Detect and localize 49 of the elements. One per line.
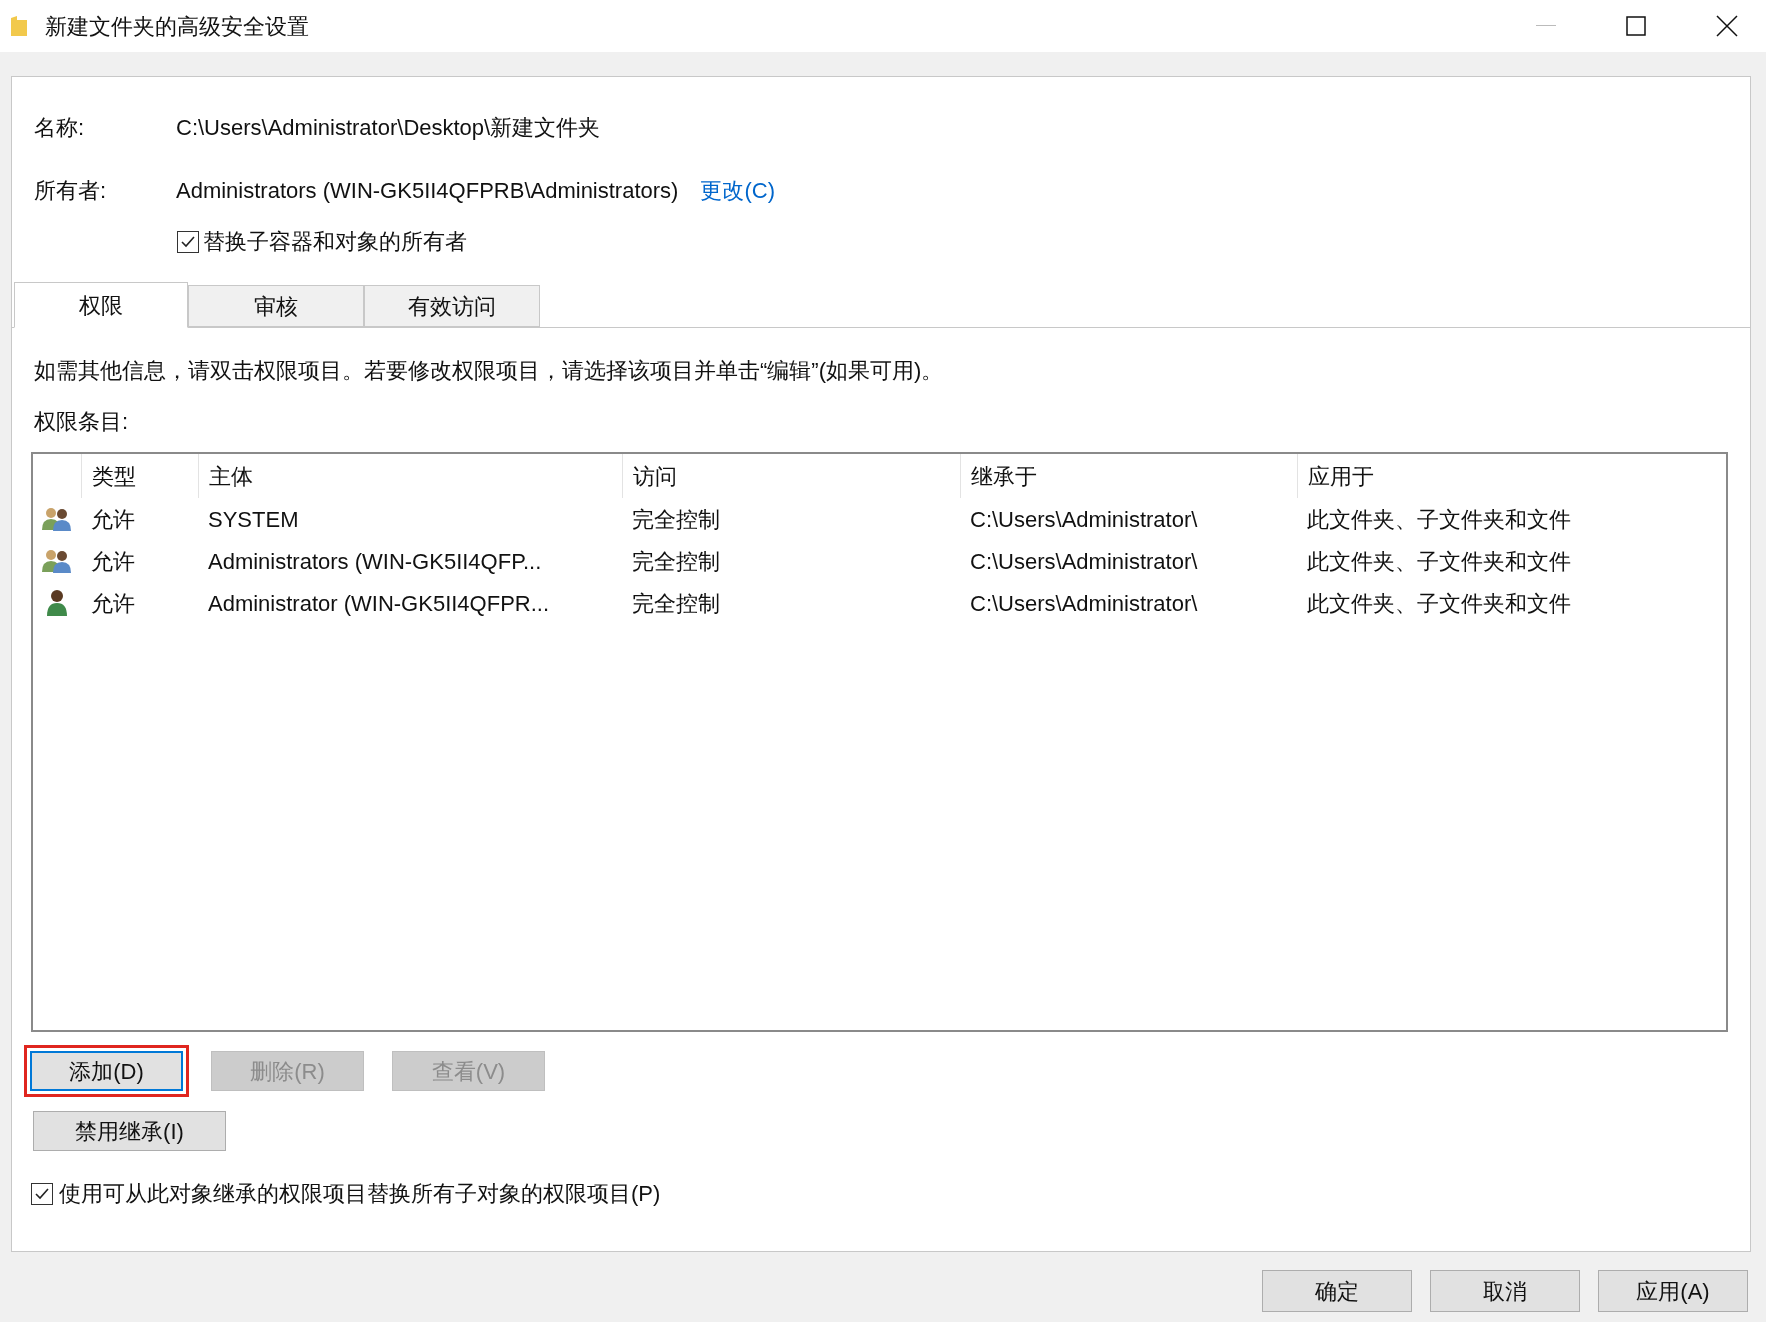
column-header[interactable]: 主体 bbox=[198, 454, 622, 498]
table-cell: 完全控制 bbox=[632, 548, 720, 574]
permission-row[interactable]: 允许 SYSTEM 完全控制 C:\Users\Administrator\ 此文件夹、子文件夹和文件 bbox=[33, 498, 1726, 540]
column-header[interactable]: 访问 bbox=[622, 454, 960, 498]
maximize-icon[interactable] bbox=[1626, 16, 1646, 36]
table-cell: 完全控制 bbox=[632, 506, 720, 532]
table-cell: 此文件夹、子文件夹和文件 bbox=[1307, 590, 1571, 616]
user-group-icon bbox=[41, 506, 73, 532]
permission-row[interactable]: 允许 Administrator (WIN-GK5II4QFPR... 完全控制 C:\Users\Administrator\ 此文件夹、子文件夹和文件 bbox=[33, 582, 1726, 624]
table-cell: C:\Users\Administrator\ bbox=[970, 590, 1198, 616]
user-group-icon bbox=[41, 548, 73, 574]
dialog-button[interactable]: 确定 bbox=[1262, 1270, 1412, 1312]
table-cell: SYSTEM bbox=[208, 506, 299, 532]
instruction-text: 如需其他信息，请双击权限项目。若要修改权限项目，请选择该项目并单击“编辑”(如果可用)。 bbox=[34, 357, 945, 385]
checkbox[interactable] bbox=[31, 1182, 53, 1205]
permission-row[interactable]: 允许 Administrators (WIN-GK5II4QFP... 完全控制 C:\Users\Administrator\ 此文件夹、子文件夹和文件 bbox=[33, 540, 1726, 582]
dialog-button[interactable]: 取消 bbox=[1430, 1270, 1580, 1312]
column-header[interactable]: 继承于 bbox=[960, 454, 1297, 498]
dialog-button[interactable]: 应用(A) bbox=[1598, 1270, 1748, 1312]
column-header[interactable]: 应用于 bbox=[1297, 454, 1726, 498]
name-label: 名称: bbox=[34, 114, 86, 142]
window-title: 新建文件夹的高级安全设置 bbox=[45, 12, 309, 41]
user-icon bbox=[46, 589, 68, 617]
column-header[interactable]: 类型 bbox=[81, 454, 198, 498]
table-cell: C:\Users\Administrator\ bbox=[970, 506, 1198, 532]
entry-button[interactable]: 添加(D) bbox=[24, 1045, 189, 1097]
owner-value: Administrators (WIN-GK5II4QFPRB\Administrators) bbox=[176, 177, 679, 205]
checkbox[interactable] bbox=[177, 230, 199, 253]
folder-icon bbox=[10, 15, 28, 37]
table-cell: C:\Users\Administrator\ bbox=[970, 548, 1198, 574]
entries-label: 权限条目: bbox=[34, 408, 130, 436]
disable-inheritance-button[interactable]: 禁用继承(I) bbox=[33, 1111, 226, 1151]
table-cell: 此文件夹、子文件夹和文件 bbox=[1307, 506, 1571, 532]
change-owner-link[interactable]: 更改(C) bbox=[700, 174, 775, 207]
tab[interactable]: 有效访问 bbox=[364, 285, 540, 327]
table-cell: 此文件夹、子文件夹和文件 bbox=[1307, 548, 1571, 574]
table-cell: 允许 bbox=[91, 548, 135, 574]
table-cell: 允许 bbox=[91, 506, 135, 532]
table-cell: 允许 bbox=[91, 590, 135, 616]
name-value: C:\Users\Administrator\Desktop\新建文件夹 bbox=[176, 114, 601, 142]
table-cell: 完全控制 bbox=[632, 590, 720, 616]
table-cell: Administrator (WIN-GK5II4QFPR... bbox=[208, 590, 550, 616]
replace-owner-label: 替换子容器和对象的所有者 bbox=[203, 228, 467, 256]
tab[interactable]: 权限 bbox=[14, 282, 188, 328]
replace-child-permissions-label: 使用可从此对象继承的权限项目替换所有子对象的权限项目(P) bbox=[59, 1180, 661, 1208]
table-cell: Administrators (WIN-GK5II4QFP... bbox=[208, 548, 542, 574]
owner-label: 所有者: bbox=[34, 177, 108, 205]
tab[interactable]: 审核 bbox=[188, 285, 364, 327]
close-icon[interactable] bbox=[1716, 15, 1738, 37]
